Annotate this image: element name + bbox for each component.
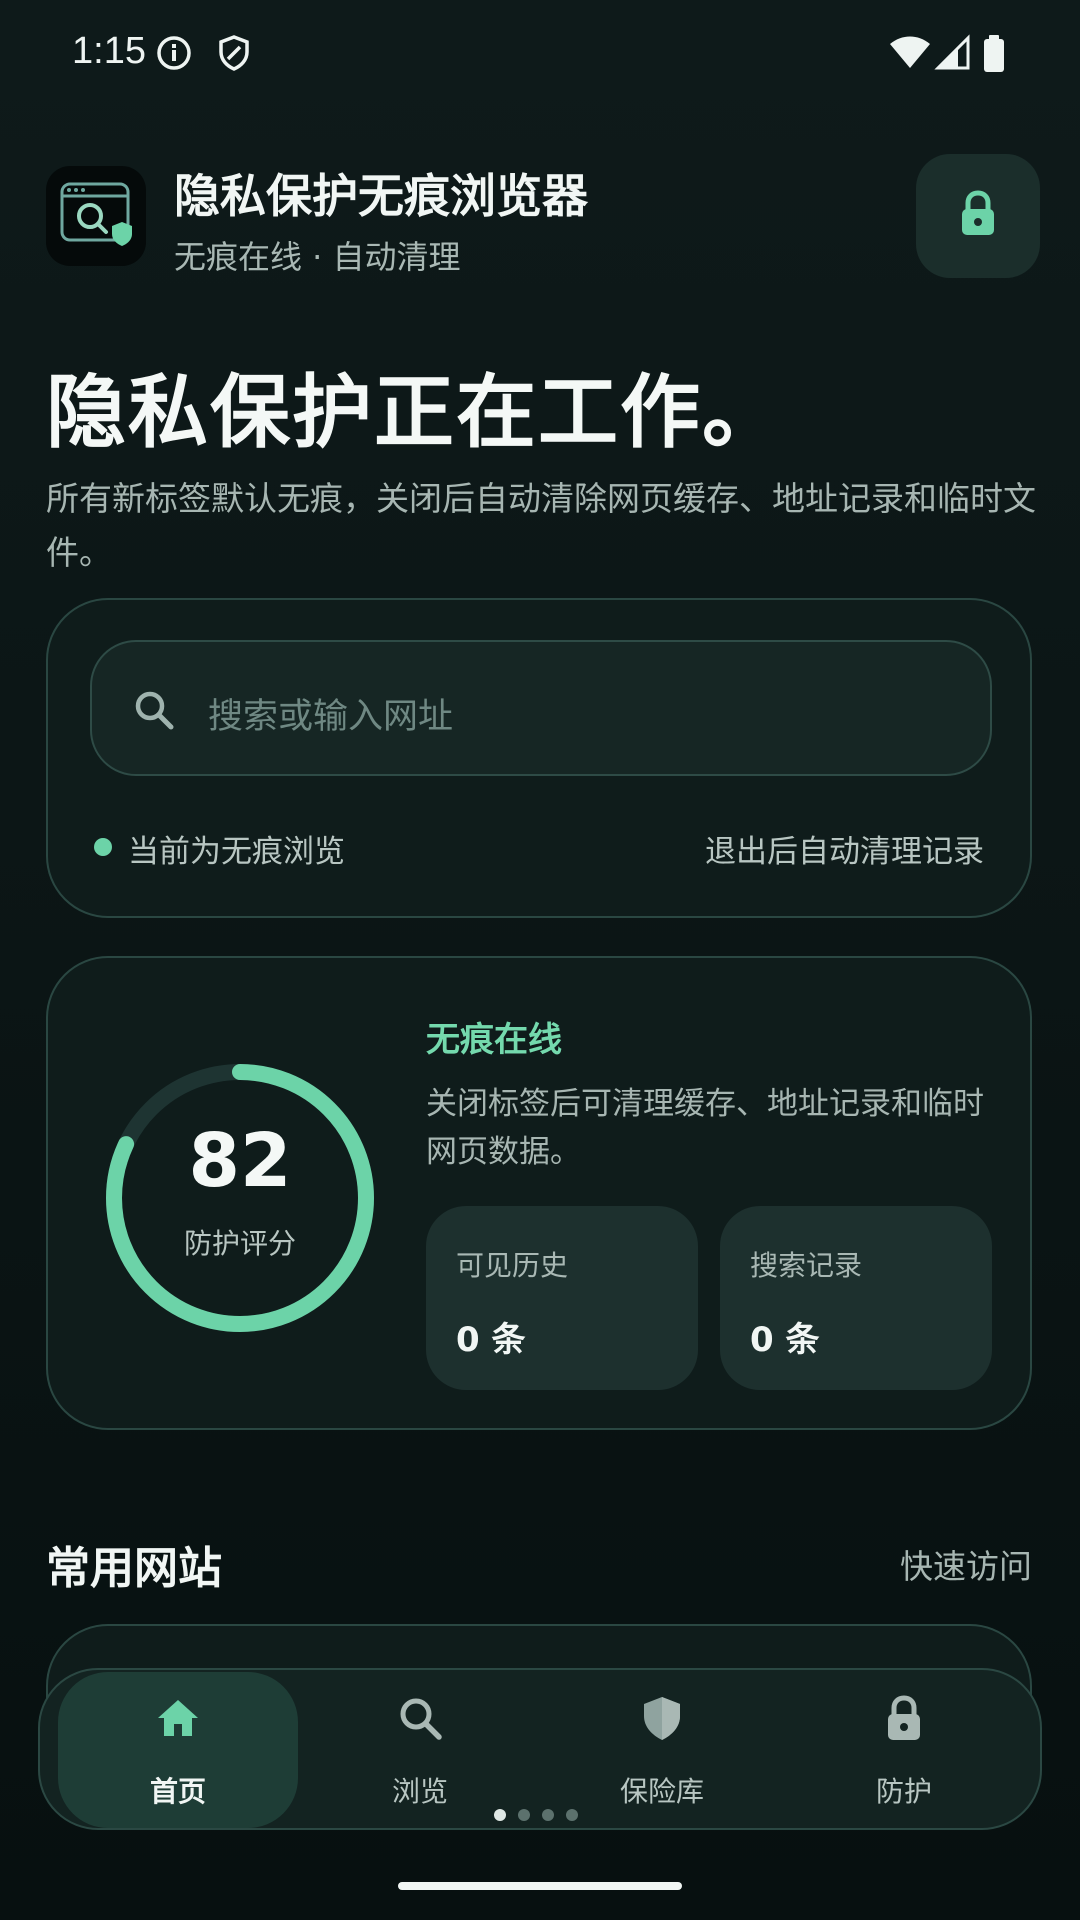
app-title: 隐私保护无痕浏览器 — [174, 169, 588, 223]
stat-value: 0 条 — [750, 1320, 820, 1360]
nav-item-browse[interactable]: 浏览 — [300, 1672, 540, 1828]
nav-label: 浏览 — [391, 1775, 448, 1808]
nav-item-vault[interactable]: 保险库 — [542, 1672, 782, 1828]
lock-icon — [956, 189, 1000, 243]
browser-search-shield-icon — [46, 166, 146, 266]
search-placeholder: 搜索或输入网址 — [208, 697, 454, 737]
stat-search-records[interactable]: 搜索记录 0 条 — [720, 1206, 992, 1390]
shield-icon — [638, 1694, 686, 1742]
nav-item-home[interactable]: 首页 — [58, 1672, 298, 1828]
score-label: 防护评分 — [183, 1227, 296, 1260]
lock-button[interactable] — [916, 154, 1040, 278]
page-dot — [518, 1809, 530, 1821]
protection-card: 82 防护评分 无痕在线 关闭标签后可清理缓存、地址记录和临时网页数据。 可见历… — [46, 956, 1032, 1430]
status-title: 无痕在线 — [426, 1020, 562, 1060]
hero-title: 隐私保护正在工作。 — [46, 366, 784, 459]
stat-label: 可见历史 — [456, 1249, 569, 1282]
shield-icon — [214, 33, 254, 73]
hero-description: 所有新标签默认无痕，关闭后自动清除网页缓存、地址记录和临时文件。 — [46, 479, 1036, 572]
page-dot — [542, 1809, 554, 1821]
quick-access-link[interactable]: 快速访问 — [900, 1540, 1032, 1588]
stat-value: 0 条 — [456, 1320, 526, 1360]
status-description: 关闭标签后可清理缓存、地址记录和临时网页数据。 — [426, 1086, 984, 1170]
status-time: 1:15 — [72, 30, 146, 72]
nav-label: 防护 — [875, 1775, 932, 1808]
lock-icon — [880, 1694, 928, 1742]
private-mode-status: 当前为无痕浏览 — [128, 834, 345, 870]
app-header: 隐私保护无痕浏览器 无痕在线 · 自动清理 — [0, 140, 1080, 340]
wifi-icon — [888, 34, 932, 74]
section-title: 常用网站 — [46, 1543, 222, 1594]
app-subtitle: 无痕在线 · 自动清理 — [174, 238, 461, 276]
battery-icon — [982, 34, 1006, 74]
page-dot — [566, 1809, 578, 1821]
nav-label: 首页 — [149, 1775, 206, 1808]
stat-label: 搜索记录 — [750, 1249, 863, 1282]
nav-label: 保险库 — [619, 1775, 704, 1808]
page-dot — [494, 1809, 506, 1821]
home-icon — [154, 1694, 202, 1742]
search-card: 搜索或输入网址 当前为无痕浏览 退出后自动清理记录 — [46, 598, 1032, 918]
score-value: 82 — [188, 1118, 292, 1204]
search-icon — [396, 1694, 444, 1742]
status-bar: 1:15 — [0, 0, 1080, 104]
home-indicator[interactable] — [398, 1882, 682, 1890]
signal-icon — [934, 34, 970, 74]
search-input[interactable]: 搜索或输入网址 — [90, 640, 992, 776]
nav-item-protection[interactable]: 防护 — [784, 1672, 1024, 1828]
status-dot — [94, 838, 112, 856]
search-icon — [132, 688, 176, 732]
auto-clean-note: 退出后自动清理记录 — [705, 834, 984, 870]
stat-visible-history[interactable]: 可见历史 0 条 — [426, 1206, 698, 1390]
info-icon — [154, 33, 194, 73]
page-indicator — [494, 1806, 590, 1821]
